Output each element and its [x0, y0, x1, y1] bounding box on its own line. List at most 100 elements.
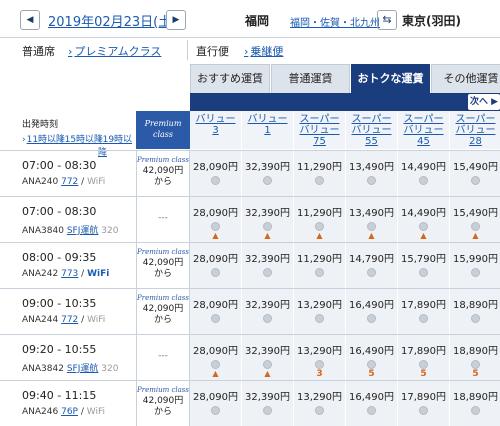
fare-radio[interactable]: [367, 406, 376, 415]
fare-column-header[interactable]: スーパー バリュー 55: [346, 111, 398, 149]
prev-day-button[interactable]: ◀: [20, 10, 40, 30]
aircraft-link[interactable]: 772: [61, 177, 78, 187]
fare-cell[interactable]: 15,990円: [450, 243, 500, 289]
fare-cell[interactable]: 32,390円 ▲: [242, 197, 294, 243]
fare-cell[interactable]: 16,490円: [346, 381, 398, 426]
fare-cell[interactable]: 13,490円: [346, 151, 398, 197]
fare-radio[interactable]: [211, 314, 220, 323]
fare-radio[interactable]: [263, 268, 272, 277]
fare-radio[interactable]: [419, 406, 428, 415]
fare-cell[interactable]: 11,290円: [294, 243, 346, 289]
fare-cell[interactable]: 13,290円 3: [294, 335, 346, 381]
fare-radio[interactable]: [367, 268, 376, 277]
fare-cell[interactable]: 13,490円 ▲: [346, 197, 398, 243]
fare-cell[interactable]: 18,890円: [450, 289, 500, 335]
tab-discount[interactable]: おトクな運賃: [351, 64, 430, 94]
fare-cell[interactable]: 14,790円: [346, 243, 398, 289]
fare-radio[interactable]: [263, 314, 272, 323]
fare-cell[interactable]: 18,890円 5: [450, 335, 500, 381]
fare-cell[interactable]: 16,490円 5: [346, 335, 398, 381]
tab-normal[interactable]: 普通運賃: [271, 64, 350, 94]
fare-cell[interactable]: 17,890円: [398, 289, 450, 335]
premium-class-link[interactable]: プレミアムクラス: [68, 43, 161, 59]
fare-radio[interactable]: [211, 268, 220, 277]
swap-route-icon[interactable]: ⇆: [377, 10, 397, 30]
fare-radio[interactable]: [419, 176, 428, 185]
fare-radio[interactable]: [315, 360, 324, 369]
aircraft-link[interactable]: 772: [61, 315, 78, 325]
fare-radio[interactable]: [367, 222, 376, 231]
fare-radio[interactable]: [471, 268, 480, 277]
fare-radio[interactable]: [315, 314, 324, 323]
premium-fare-cell[interactable]: Premium class 42,090円 から: [136, 381, 190, 426]
fare-cell[interactable]: 28,090円: [190, 151, 242, 197]
fare-radio[interactable]: [419, 268, 428, 277]
fare-cell[interactable]: 28,090円 ▲: [190, 335, 242, 381]
tab-other[interactable]: その他運賃: [431, 64, 500, 94]
fare-cell[interactable]: 16,490円: [346, 289, 398, 335]
fare-cell[interactable]: 17,890円 5: [398, 335, 450, 381]
fare-radio[interactable]: [211, 360, 220, 369]
fare-column-header[interactable]: スーパー バリュー 45: [398, 111, 450, 149]
fare-cell[interactable]: 15,490円: [450, 151, 500, 197]
fare-radio[interactable]: [419, 222, 428, 231]
aircraft-link[interactable]: 76P: [61, 407, 78, 417]
fare-cell[interactable]: 28,090円: [190, 243, 242, 289]
fare-column-header[interactable]: バリュー 3: [190, 111, 242, 149]
origin-airports-link[interactable]: 福岡・佐賀・北九州: [290, 14, 380, 29]
fare-radio[interactable]: [315, 406, 324, 415]
fare-column-header[interactable]: スーパー バリュー 75: [294, 111, 346, 149]
fare-cell[interactable]: 32,390円: [242, 289, 294, 335]
fare-radio[interactable]: [315, 176, 324, 185]
fare-cell[interactable]: 11,290円: [294, 151, 346, 197]
filter-after-15-link[interactable]: 15時以降: [60, 132, 103, 145]
fare-radio[interactable]: [367, 176, 376, 185]
tab-recommended[interactable]: おすすめ運賃: [190, 64, 270, 94]
fare-cell[interactable]: 15,490円 ▲: [450, 197, 500, 243]
fare-radio[interactable]: [419, 314, 428, 323]
aircraft-link[interactable]: 773: [61, 269, 78, 279]
operated-by-link[interactable]: SFJ運航: [67, 364, 99, 374]
fare-cell[interactable]: 14,490円: [398, 151, 450, 197]
fare-radio[interactable]: [471, 406, 480, 415]
fare-cell[interactable]: 32,390円: [242, 151, 294, 197]
fare-radio[interactable]: [367, 314, 376, 323]
fare-cell[interactable]: 32,390円: [242, 381, 294, 426]
premium-fare-cell[interactable]: Premium class 42,090円 から: [136, 151, 190, 197]
fare-column-header[interactable]: スーパー バリュー 28: [450, 111, 500, 149]
fare-cell[interactable]: 18,890円: [450, 381, 500, 426]
filter-after-11-link[interactable]: 11時以降: [22, 132, 65, 145]
fare-radio[interactable]: [263, 360, 272, 369]
operated-by-link[interactable]: SFJ運航: [67, 226, 99, 236]
fare-column-header[interactable]: バリュー 1: [242, 111, 294, 149]
premium-fare-cell[interactable]: Premium class 42,090円 から: [136, 243, 190, 289]
fare-radio[interactable]: [315, 222, 324, 231]
fare-cell[interactable]: 28,090円: [190, 381, 242, 426]
next-fares-button[interactable]: 次へ ▶: [468, 94, 500, 110]
fare-radio[interactable]: [263, 176, 272, 185]
fare-radio[interactable]: [471, 360, 480, 369]
fare-cell[interactable]: 17,890円: [398, 381, 450, 426]
fare-cell[interactable]: 15,790円: [398, 243, 450, 289]
fare-cell[interactable]: 32,390円 ▲: [242, 335, 294, 381]
fare-radio[interactable]: [211, 406, 220, 415]
connecting-flight-link[interactable]: 乗継便: [244, 43, 283, 59]
fare-cell[interactable]: 32,390円: [242, 243, 294, 289]
fare-radio[interactable]: [471, 176, 480, 185]
fare-cell[interactable]: 11,290円 ▲: [294, 197, 346, 243]
fare-cell[interactable]: 13,290円: [294, 289, 346, 335]
fare-cell[interactable]: 28,090円 ▲: [190, 197, 242, 243]
fare-radio[interactable]: [367, 360, 376, 369]
premium-fare-cell[interactable]: Premium class 42,090円 から: [136, 289, 190, 335]
fare-radio[interactable]: [471, 222, 480, 231]
next-day-button[interactable]: ▶: [166, 10, 186, 30]
fare-radio[interactable]: [263, 222, 272, 231]
fare-radio[interactable]: [419, 360, 428, 369]
fare-cell[interactable]: 28,090円: [190, 289, 242, 335]
fare-radio[interactable]: [211, 176, 220, 185]
date-selector[interactable]: 2019年02月23日(土): [48, 11, 176, 30]
fare-radio[interactable]: [471, 314, 480, 323]
fare-radio[interactable]: [315, 268, 324, 277]
fare-radio[interactable]: [211, 222, 220, 231]
fare-cell[interactable]: 14,490円 ▲: [398, 197, 450, 243]
